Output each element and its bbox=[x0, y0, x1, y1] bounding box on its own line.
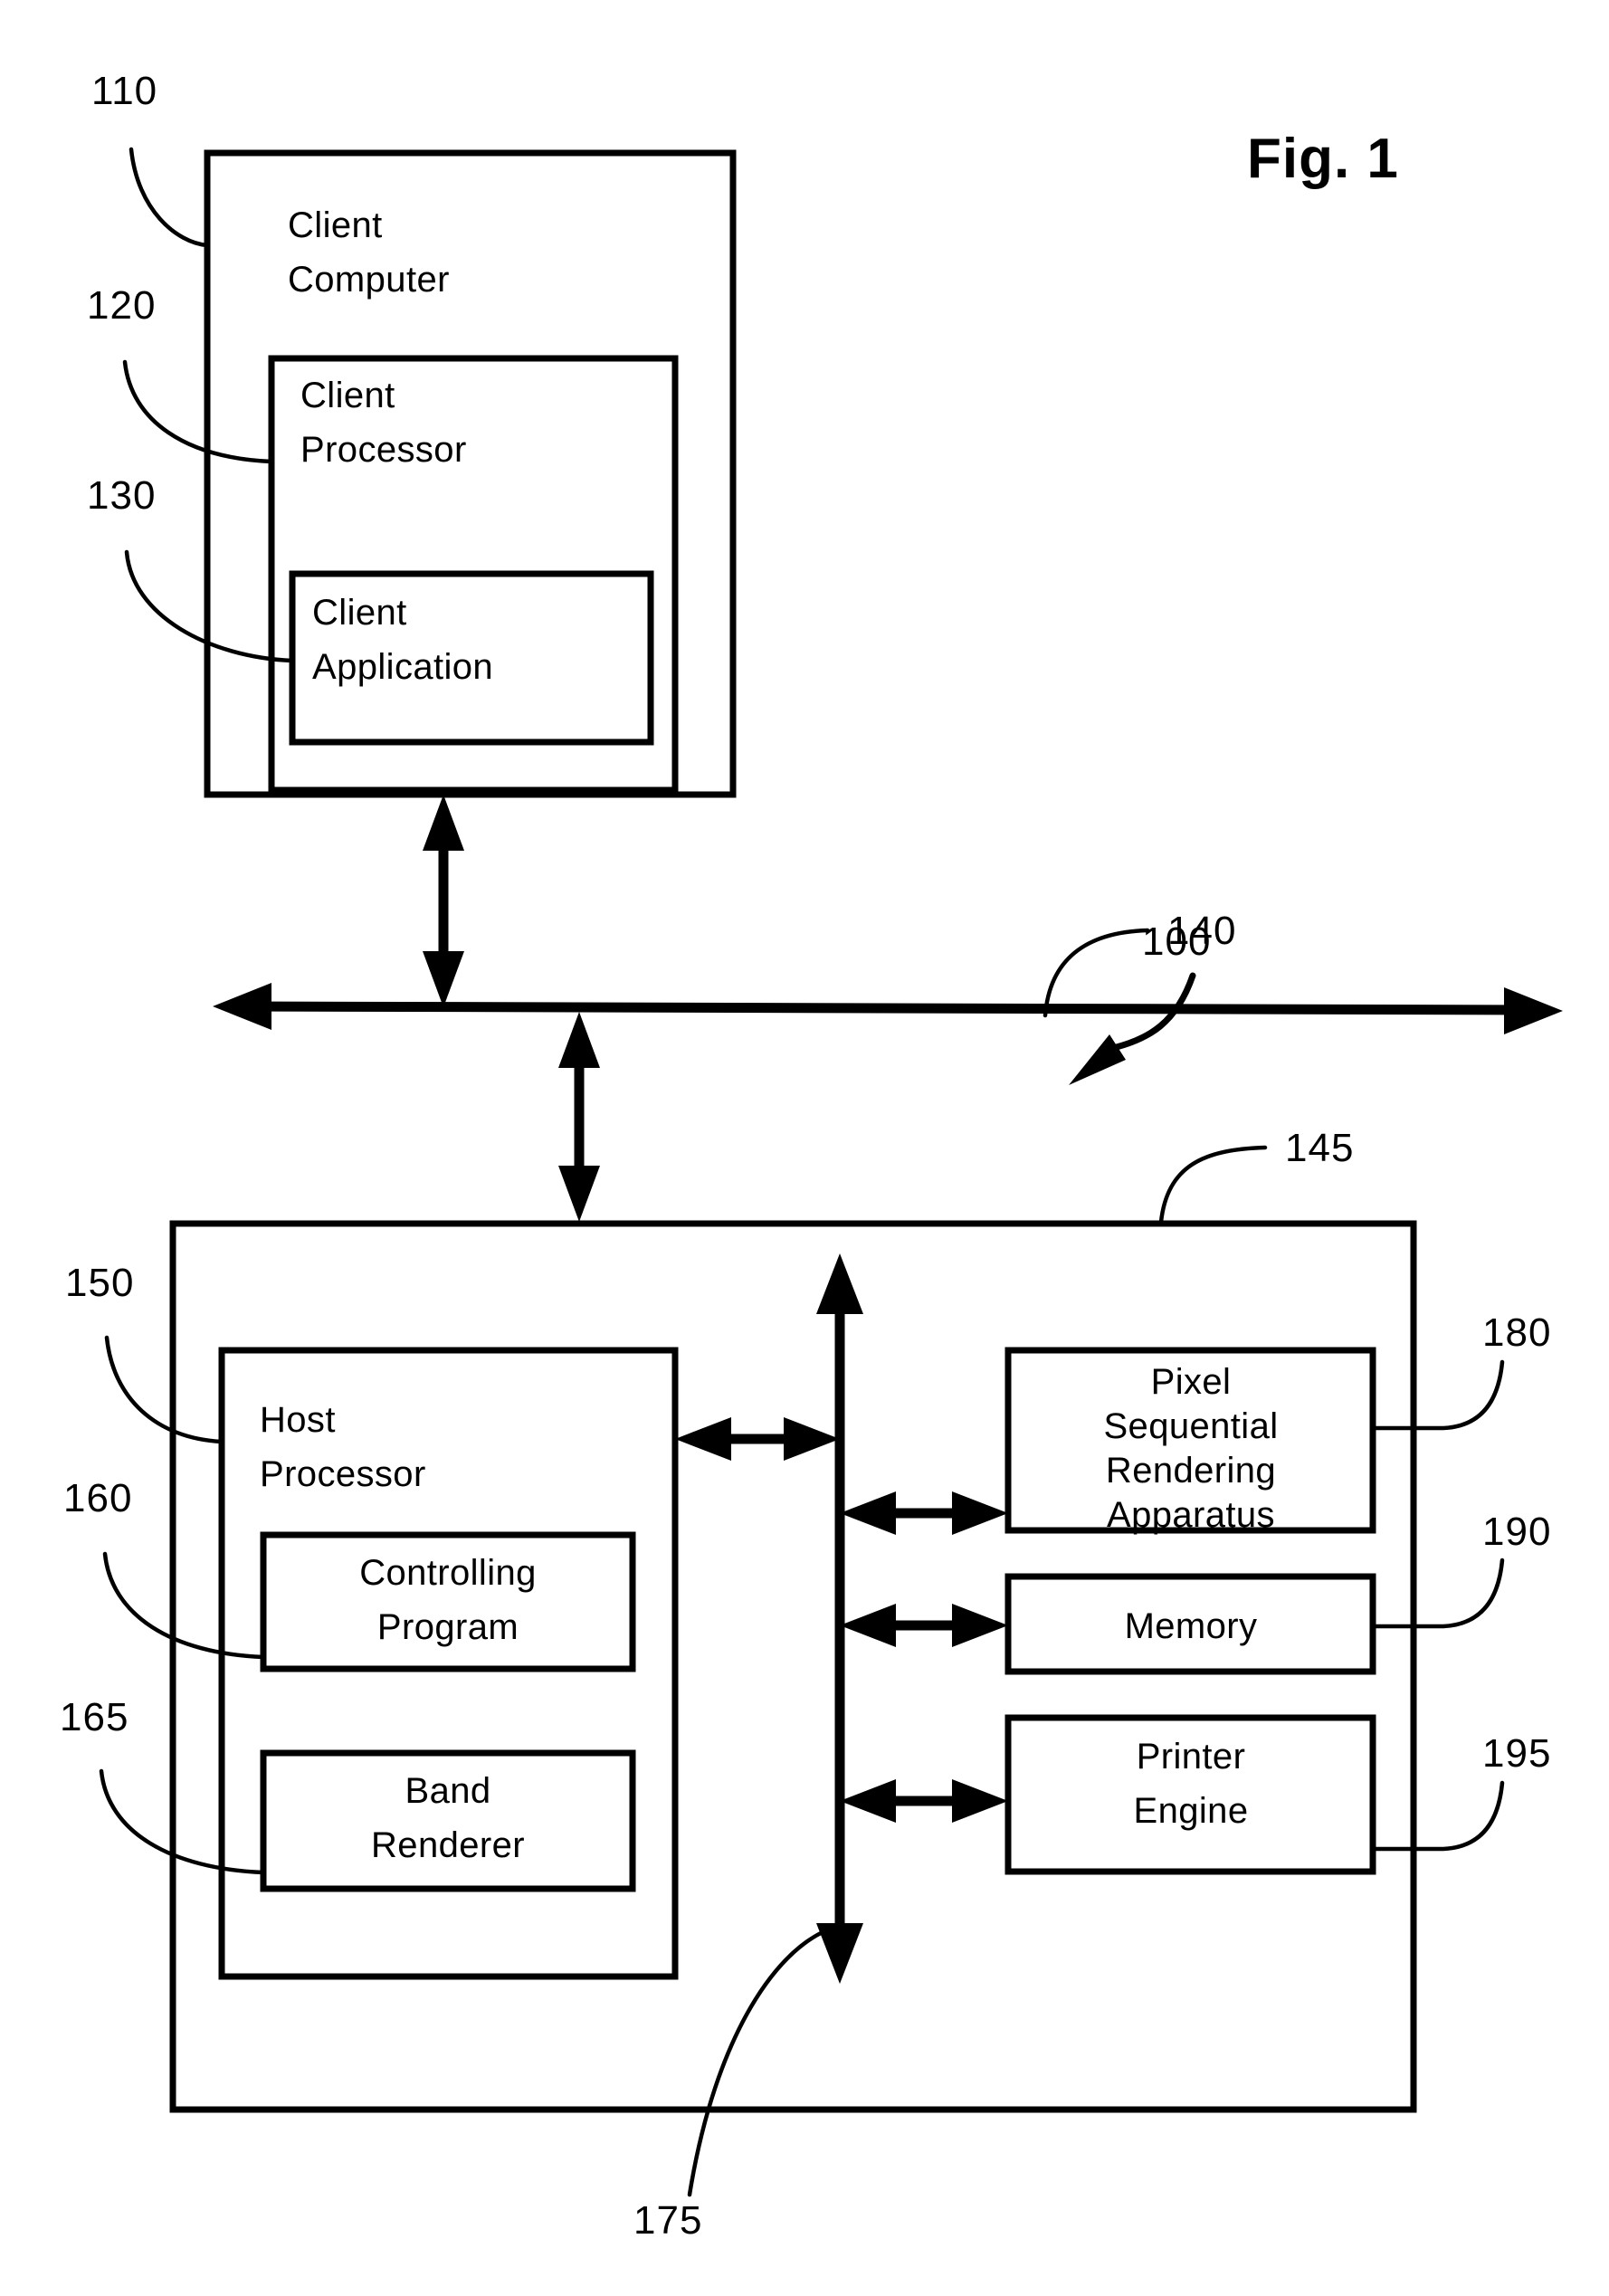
client-computer-label-line1: Client bbox=[288, 205, 383, 245]
printer-engine-label-line1: Printer bbox=[1137, 1737, 1246, 1777]
bus-psra-arrow-head-left bbox=[840, 1491, 896, 1535]
bus-memory-arrow-head-left bbox=[840, 1604, 896, 1647]
psra-label-line3: Rendering bbox=[1106, 1451, 1276, 1491]
ref-numeral-130: 130 bbox=[87, 473, 156, 518]
ref-numeral-195: 195 bbox=[1482, 1731, 1551, 1776]
host-processor-label-line2: Processor bbox=[260, 1454, 426, 1494]
network-host-arrow-head-up bbox=[558, 1012, 600, 1068]
system-reference-arrow-head bbox=[1069, 1034, 1126, 1085]
host-bus-arrow-head-left bbox=[675, 1417, 731, 1461]
leader-line-120 bbox=[122, 359, 274, 464]
client-application-label-line1: Client bbox=[312, 593, 407, 633]
leader-line-140 bbox=[1043, 928, 1150, 1018]
patent-figure: Client Computer Client Processor Client … bbox=[0, 0, 1609, 2296]
system-bus-arrow-head-top bbox=[816, 1253, 863, 1314]
figure-title: Fig. 1 bbox=[1247, 128, 1399, 190]
ref-numeral-100: 100 bbox=[1142, 919, 1211, 964]
band-renderer-label-line2: Renderer bbox=[371, 1825, 525, 1865]
ref-numeral-190: 190 bbox=[1482, 1510, 1551, 1554]
host-bus-arrow-head-right bbox=[784, 1417, 840, 1461]
client-application-label-line2: Application bbox=[312, 647, 493, 687]
bus-printer-arrow-head-left bbox=[840, 1779, 896, 1823]
controlling-program-label-line2: Program bbox=[377, 1607, 519, 1647]
ref-numeral-145: 145 bbox=[1285, 1126, 1354, 1170]
leader-line-145 bbox=[1158, 1145, 1268, 1224]
host-processor-label-line1: Host bbox=[260, 1400, 336, 1440]
ref-numeral-175: 175 bbox=[633, 2198, 702, 2243]
client-processor-label-line1: Client bbox=[300, 376, 395, 415]
ref-numeral-180: 180 bbox=[1482, 1310, 1551, 1355]
network-arrow-head-right bbox=[1504, 987, 1563, 1034]
bus-printer-arrow-head-right bbox=[952, 1779, 1008, 1823]
host-processor-box bbox=[218, 1347, 679, 1980]
ref-numeral-160: 160 bbox=[63, 1476, 132, 1520]
band-renderer-label-line1: Band bbox=[405, 1771, 490, 1811]
network-host-arrow-head-down bbox=[558, 1166, 600, 1222]
leader-line-160 bbox=[102, 1551, 266, 1660]
printer-engine-label-line2: Engine bbox=[1134, 1791, 1249, 1831]
bus-memory-arrow-head-right bbox=[952, 1604, 1008, 1647]
leader-line-150 bbox=[104, 1335, 224, 1444]
client-network-arrow-head-up bbox=[423, 795, 464, 851]
ref-numeral-165: 165 bbox=[60, 1695, 129, 1739]
network-arrow-head-left bbox=[213, 983, 271, 1030]
client-computer-box bbox=[204, 149, 737, 798]
controlling-program-label-line1: Controlling bbox=[359, 1553, 537, 1593]
ref-numeral-110: 110 bbox=[91, 69, 157, 113]
psra-label-line1: Pixel bbox=[1151, 1362, 1232, 1402]
network-bus-line bbox=[236, 1001, 1539, 1015]
client-computer-label-line2: Computer bbox=[288, 260, 450, 300]
memory-label: Memory bbox=[1125, 1606, 1258, 1646]
leader-line-165 bbox=[99, 1768, 266, 1875]
leader-line-180 bbox=[1370, 1359, 1505, 1431]
psra-label-line4: Apparatus bbox=[1107, 1495, 1275, 1535]
ref-numeral-120: 120 bbox=[87, 283, 156, 328]
bus-psra-arrow-head-right bbox=[952, 1491, 1008, 1535]
psra-label-line2: Sequential bbox=[1103, 1406, 1278, 1446]
client-network-arrow-head-down bbox=[423, 951, 464, 1007]
leader-line-175 bbox=[687, 1923, 843, 2197]
client-processor-label-line2: Processor bbox=[300, 430, 467, 470]
leader-line-195 bbox=[1370, 1780, 1505, 1852]
leader-line-110 bbox=[129, 147, 210, 248]
ref-numeral-150: 150 bbox=[65, 1261, 134, 1305]
leader-line-190 bbox=[1370, 1558, 1505, 1629]
figure-1-block-diagram: Client Computer Client Processor Client … bbox=[60, 69, 1563, 2243]
